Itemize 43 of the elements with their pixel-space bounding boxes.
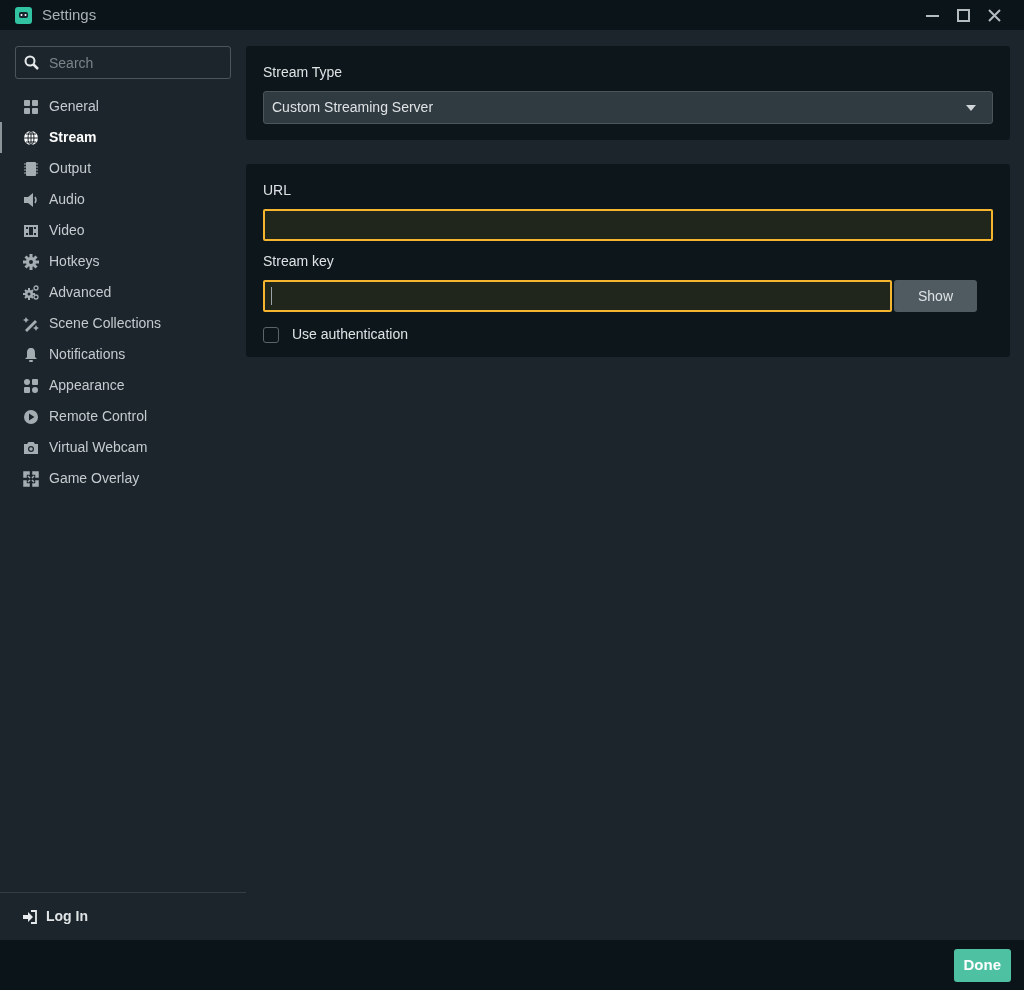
play-icon [23,408,39,425]
window-title: Settings [42,4,97,25]
stream-type-dropdown[interactable]: Custom Streaming Server [263,91,993,124]
sidebar-item[interactable]: Scene Collections [0,308,246,339]
checkbox[interactable] [263,326,279,343]
sidebar-item[interactable]: Output [0,153,246,184]
film-icon [23,222,39,239]
field-label: Stream Type [263,63,344,82]
caret-icon [966,104,976,111]
show-button[interactable]: Show [894,280,977,312]
bell-icon [23,346,39,363]
sidebar-item[interactable]: Virtual Webcam [0,432,246,463]
camera-icon [23,439,39,456]
field-label: URL [263,181,292,200]
sidebar-item[interactable]: Remote Control [0,401,246,432]
grid-icon [23,98,39,115]
login-button[interactable]: Log In [22,906,88,927]
speaker-icon [23,191,39,208]
field-label: Stream key [263,252,335,271]
text-input-field[interactable] [263,280,892,312]
search-field[interactable]: Search [15,46,231,79]
sidebar-item[interactable]: Notifications [0,339,246,370]
checkbox-label: Use authentication [292,325,408,344]
sidebar-item[interactable]: Appearance [0,370,246,401]
app-logo-icon [15,6,32,24]
sidebar-item[interactable]: Audio [0,184,246,215]
maximize-icon[interactable] [957,8,970,22]
sidebar-item[interactable]: Game Overlay [0,463,246,494]
sidebar-item[interactable]: Hotkeys [0,246,246,277]
gear-icon [23,253,39,270]
text-input-field[interactable] [263,209,993,241]
close-icon[interactable] [988,8,1001,22]
globe-icon [23,129,39,146]
sidebar-item[interactable]: Video [0,215,246,246]
shapes-icon [23,377,39,394]
sidebar-item[interactable]: General [0,91,246,122]
expand-icon [23,470,39,487]
login-icon [22,909,38,924]
wand-icon [23,315,39,332]
sidebar-item[interactable]: Advanced [0,277,246,308]
search-icon [24,55,39,70]
chip-icon [23,160,39,177]
gears-icon [23,284,39,301]
